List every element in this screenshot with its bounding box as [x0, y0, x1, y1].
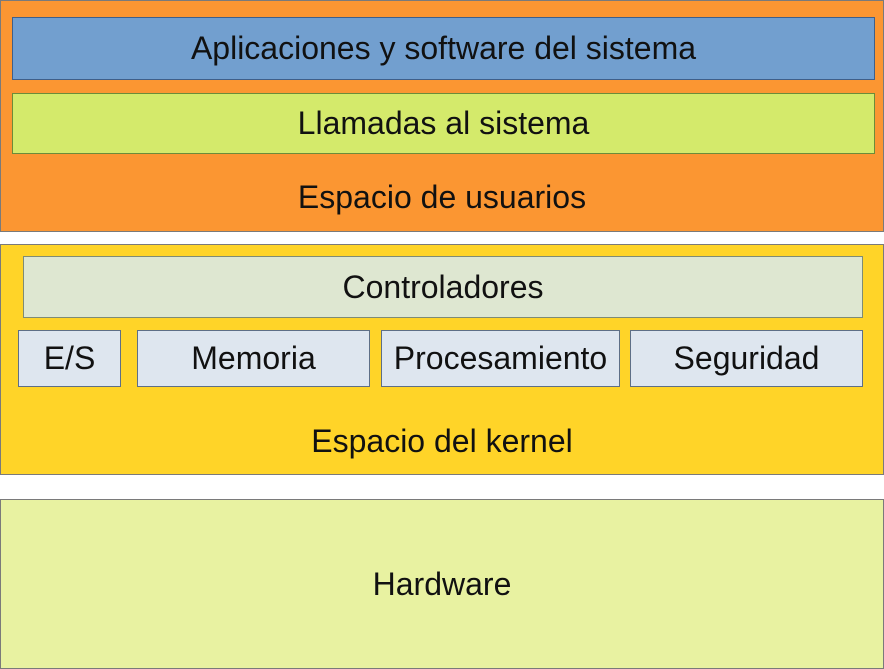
drivers-label: Controladores [342, 268, 544, 305]
hardware-label: Hardware [372, 565, 512, 602]
module-processing-label: Procesamiento [393, 340, 608, 376]
kernel-space-region: Controladores E/S Memoria Procesamiento … [0, 244, 884, 475]
module-io-label: E/S [43, 340, 96, 376]
applications-label: Aplicaciones y software del sistema [190, 30, 697, 66]
hardware-region: Hardware [0, 499, 884, 669]
drivers-layer: Controladores [23, 256, 863, 318]
applications-layer: Aplicaciones y software del sistema [12, 17, 875, 80]
user-space-region: Aplicaciones y software del sistema Llam… [0, 0, 884, 232]
system-calls-layer: Llamadas al sistema [12, 93, 875, 154]
module-security-label: Seguridad [673, 340, 820, 376]
system-calls-label: Llamadas al sistema [297, 105, 590, 141]
module-io: E/S [18, 330, 121, 387]
module-security: Seguridad [630, 330, 863, 387]
user-space-label: Espacio de usuarios [297, 179, 587, 215]
module-memory-label: Memoria [191, 340, 316, 376]
kernel-space-label: Espacio del kernel [311, 423, 573, 459]
module-memory: Memoria [137, 330, 370, 387]
module-processing: Procesamiento [381, 330, 620, 387]
